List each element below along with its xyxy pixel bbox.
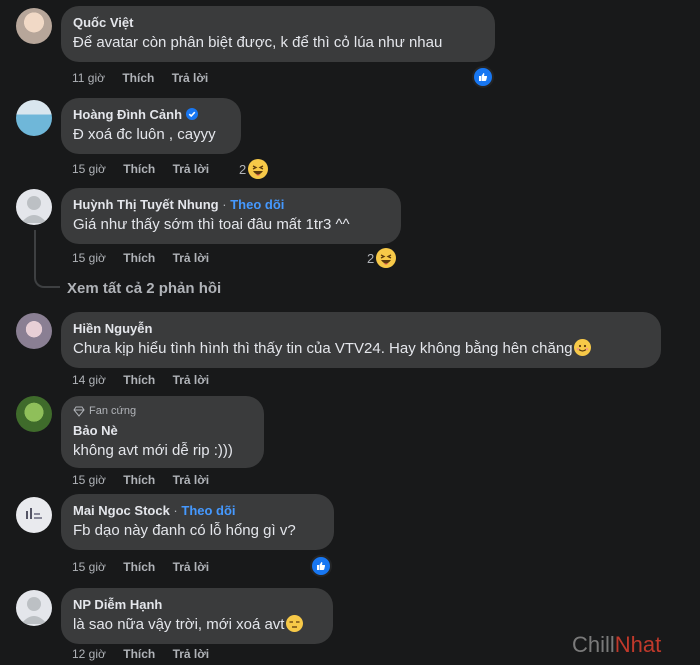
like-button[interactable]: Thích [123,647,155,661]
follow-button[interactable]: Theo dõi [230,197,284,212]
commenter-name[interactable]: Huỳnh Thị Tuyết Nhung [73,197,219,212]
comment-bubble: Huỳnh Thị Tuyết Nhung · Theo dõi Giá như… [61,188,401,244]
commenter-name[interactable]: Quốc Việt [73,14,483,31]
commenter-name[interactable]: Hoàng Đình Cảnh [73,107,182,122]
like-button[interactable]: Thích [123,162,155,176]
avatar[interactable] [16,8,52,44]
watermark-part2: Nhat [614,632,662,657]
avatar-default[interactable] [16,590,52,626]
smiling-face-icon [573,339,591,356]
comment-bubble: Hoàng Đình Cảnh Đ xoá đc luôn , cayyy [61,98,241,154]
comment-time[interactable]: 12 giờ [72,647,106,661]
commenter-name[interactable]: Hiền Nguyễn [73,320,649,337]
commenter-name[interactable]: Bảo Nè [73,422,252,439]
comment-text: Chưa kịp hiểu tình hình thì thấy tin của… [73,340,573,357]
reaction-summary[interactable]: 2 [367,248,397,268]
comment-time[interactable]: 15 giờ [72,473,106,487]
avatar-default[interactable] [16,189,52,225]
haha-reaction-icon [376,248,397,268]
reaction-summary[interactable] [310,555,332,577]
fan-badge-label: Fan cứng [89,405,137,417]
comment-text-row: là sao nữa vậy trời, mới xoá avt [73,615,321,635]
fan-badge[interactable]: Fan cứng [73,404,252,418]
comment-bubble: NP Diễm Hạnh là sao nữa vậy trời, mới xo… [61,588,333,644]
like-button[interactable]: Thích [123,251,155,265]
comment-text: Để avatar còn phân biệt được, k để thì c… [73,34,443,51]
reaction-summary[interactable]: 2 [239,159,269,179]
like-button[interactable]: Thích [122,71,154,85]
comment-time[interactable]: 15 giờ [72,560,106,574]
reply-button[interactable]: Trả lời [173,162,210,176]
comment-bubble: Mai Ngoc Stock · Theo dõi Fb dạo này đan… [61,494,334,550]
comment-actions: 15 giờ Thích Trả lời [72,251,223,265]
comment-bubble: Hiền Nguyễn Chưa kịp hiểu tình hình thì … [61,312,661,368]
comment-actions: 12 giờ Thích Trả lời [72,647,223,661]
comment-actions: 15 giờ Thích Trả lời [72,560,223,574]
comment-actions: 15 giờ Thích Trả lời [72,162,223,176]
comment-bubble: Fan cứng Bảo Nè không avt mới dễ rip :))… [61,396,264,468]
commenter-name[interactable]: Mai Ngoc Stock [73,503,170,518]
like-button[interactable]: Thích [123,560,155,574]
separator-dot: · [222,197,227,212]
comment-time[interactable]: 11 giờ [72,71,105,85]
reply-thread-line [34,230,60,288]
commenter-name[interactable]: NP Diễm Hạnh [73,596,321,613]
reply-button[interactable]: Trả lời [173,647,210,661]
watermark-logo: ChillNhat [572,632,661,658]
comment-bubble: Quốc Việt Để avatar còn phân biệt được, … [61,6,495,62]
comment-text: Đ xoá đc luôn , cayyy [73,126,216,143]
comment-text: Giá như thấy sớm thì toai đâu mất 1tr3 ^… [73,216,350,233]
reply-button[interactable]: Trả lời [173,560,210,574]
comment-time[interactable]: 15 giờ [72,162,106,176]
commenter-name-row: Mai Ngoc Stock · Theo dõi [73,502,322,519]
avatar[interactable] [16,396,52,432]
reply-button[interactable]: Trả lời [173,373,210,387]
comment-actions: 11 giờ Thích Trả lời [72,71,222,85]
unamused-face-icon [286,615,304,632]
comment-text-row: Chưa kịp hiểu tình hình thì thấy tin của… [73,339,649,359]
comment-text: là sao nữa vậy trời, mới xoá avt [73,616,285,633]
comment-time[interactable]: 15 giờ [72,251,106,265]
follow-button[interactable]: Theo dõi [181,503,235,518]
like-reaction-icon [472,66,494,88]
like-reaction-icon [310,555,332,577]
like-button[interactable]: Thích [123,473,155,487]
avatar[interactable] [16,100,52,136]
verified-badge-icon [186,108,199,120]
see-all-replies-link[interactable]: Xem tất cả 2 phản hồi [67,280,221,297]
avatar[interactable] [16,497,52,533]
watermark-part1: Chill [572,632,615,657]
comment-text: không avt mới dễ rip :))) [73,442,233,459]
reaction-summary[interactable] [472,66,494,88]
comment-actions: 14 giờ Thích Trả lời [72,373,223,387]
separator-dot: · [173,503,178,518]
avatar[interactable] [16,313,52,349]
commenter-name-row: Hoàng Đình Cảnh [73,106,229,123]
comment-actions: 15 giờ Thích Trả lời [72,473,223,487]
haha-reaction-icon [248,159,269,179]
comment-time[interactable]: 14 giờ [72,373,106,387]
like-button[interactable]: Thích [123,373,155,387]
reply-button[interactable]: Trả lời [173,251,210,265]
commenter-name-row: Huỳnh Thị Tuyết Nhung · Theo dõi [73,196,389,213]
diamond-icon [73,406,85,417]
reply-button[interactable]: Trả lời [173,473,210,487]
reaction-count: 2 [239,161,247,177]
comment-text: Fb dạo này đanh có lỗ hổng gì v? [73,522,296,539]
reaction-count: 2 [367,250,375,266]
reply-button[interactable]: Trả lời [172,71,209,85]
